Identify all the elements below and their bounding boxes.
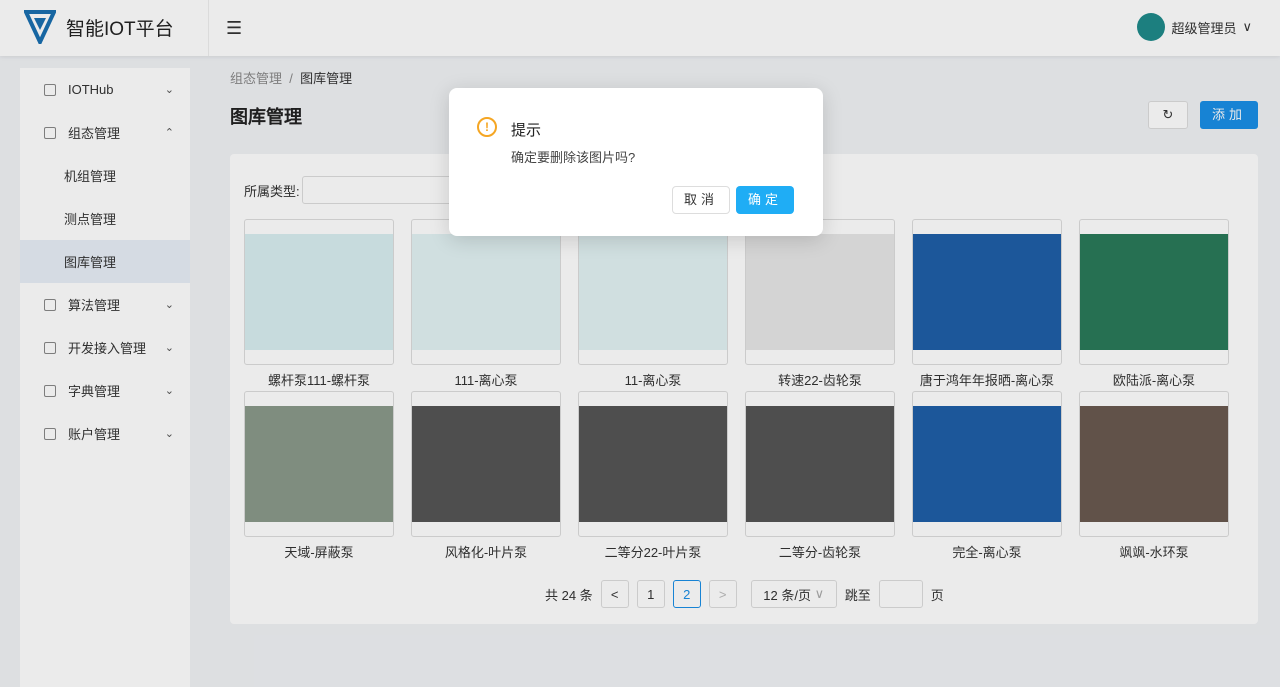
confirm-dialog: ! 提示 确定要删除该图片吗? 取消 确定 [449,88,823,236]
cancel-button[interactable]: 取消 [672,186,730,214]
dialog-message: 确定要删除该图片吗? [511,150,636,165]
warning-icon: ! [477,117,497,137]
dialog-title: 提示 [511,122,542,139]
confirm-button[interactable]: 确定 [736,186,794,214]
